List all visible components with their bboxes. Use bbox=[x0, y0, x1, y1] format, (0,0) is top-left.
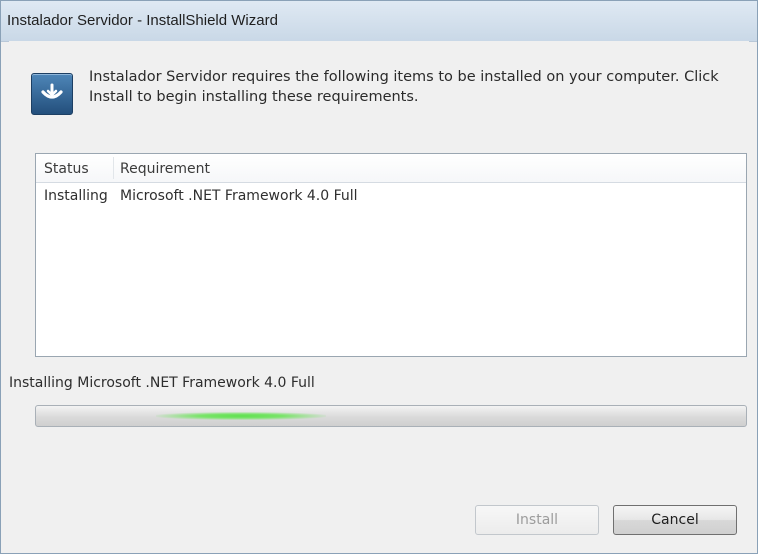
wizard-client-area: Instalador Servidor requires the followi… bbox=[9, 41, 749, 545]
row-status: Installing bbox=[44, 188, 108, 204]
progress-bar bbox=[35, 405, 747, 427]
progress-label: Installing Microsoft .NET Framework 4.0 … bbox=[9, 375, 315, 391]
list-item[interactable]: Installing Microsoft .NET Framework 4.0 … bbox=[36, 184, 746, 208]
column-header-status[interactable]: Status bbox=[44, 161, 89, 177]
window-title: Instalador Servidor - InstallShield Wiza… bbox=[7, 12, 278, 29]
installer-icon bbox=[31, 73, 73, 115]
row-requirement: Microsoft .NET Framework 4.0 Full bbox=[120, 188, 358, 204]
list-header: Status Requirement bbox=[36, 154, 746, 183]
installshield-wizard-window: Instalador Servidor - InstallShield Wiza… bbox=[0, 0, 758, 554]
progress-marquee-glow bbox=[156, 412, 326, 420]
column-header-requirement[interactable]: Requirement bbox=[120, 161, 210, 177]
title-bar[interactable]: Instalador Servidor - InstallShield Wiza… bbox=[1, 1, 757, 42]
requirements-list[interactable]: Status Requirement Installing Microsoft … bbox=[35, 153, 747, 357]
install-button[interactable]: Install bbox=[475, 505, 599, 535]
column-divider bbox=[113, 157, 114, 179]
requirements-message: Instalador Servidor requires the followi… bbox=[89, 69, 719, 105]
cancel-button[interactable]: Cancel bbox=[613, 505, 737, 535]
